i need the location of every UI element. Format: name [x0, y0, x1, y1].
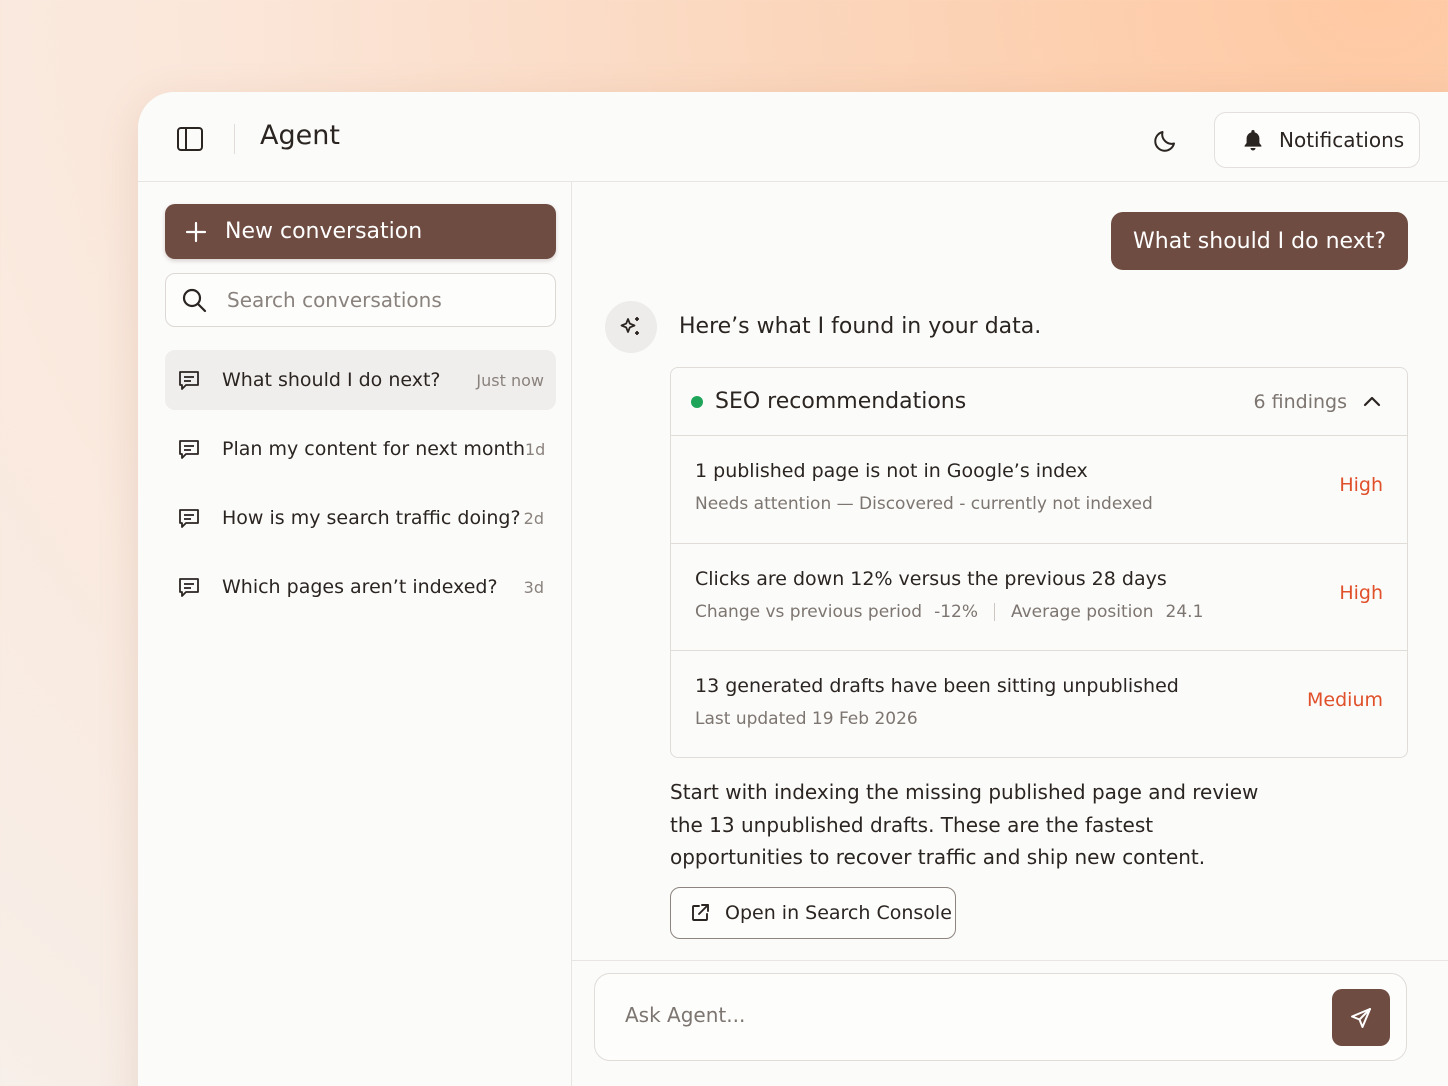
- conversation-title: How is my search traffic doing?: [222, 507, 521, 529]
- finding-subtitle: Last updated 19 Feb 2026: [695, 709, 918, 729]
- sidebar: New conversation What should I do next? …: [138, 182, 572, 1086]
- chat-icon: [179, 440, 199, 459]
- finding-row[interactable]: 13 generated drafts have been sitting un…: [671, 651, 1407, 757]
- chat-icon: [179, 509, 199, 528]
- findings-card-header[interactable]: SEO recommendations 6 findings: [671, 368, 1407, 436]
- search-box: [165, 273, 556, 327]
- moon-icon[interactable]: [1152, 126, 1180, 154]
- chevron-up-icon[interactable]: [1361, 391, 1383, 413]
- notifications-label: Notifications: [1279, 128, 1405, 152]
- findings-count: 6 findings: [1253, 390, 1347, 413]
- metric-label: Average position: [1010, 601, 1154, 622]
- finding-title: 1 published page is not in Google’s inde…: [695, 460, 1088, 482]
- open-search-console-button[interactable]: Open in Search Console: [670, 887, 956, 939]
- chat-icon: [179, 578, 199, 597]
- priority-badge: High: [1339, 581, 1383, 604]
- finding-row[interactable]: Clicks are down 12% versus the previous …: [671, 544, 1407, 651]
- chat-icon: [179, 371, 199, 390]
- search-input[interactable]: [227, 288, 527, 312]
- metric-label: Change vs previous period: [695, 601, 923, 622]
- message-composer: [594, 973, 1407, 1061]
- sidebar-panel-icon[interactable]: [176, 126, 204, 152]
- agent-summary: Start with indexing the missing publishe…: [670, 780, 1259, 869]
- metric-value: 24.1: [1165, 601, 1204, 622]
- search-icon: [182, 288, 207, 313]
- metric-separator: [993, 602, 995, 621]
- send-icon: [1351, 1007, 1371, 1028]
- priority-badge: Medium: [1307, 689, 1383, 711]
- top-bar: Agent Notifications: [138, 92, 1448, 182]
- findings-card: SEO recommendations 6 findings 1 publish…: [670, 367, 1408, 758]
- agent-intro-text: Here’s what I found in your data.: [679, 314, 1042, 339]
- conversation-item[interactable]: Which pages aren’t indexed? 3d: [165, 557, 556, 617]
- composer-divider: [572, 960, 1448, 961]
- conversation-time: 1d: [525, 439, 546, 459]
- new-conversation-label: New conversation: [225, 219, 423, 244]
- conversation-item[interactable]: What should I do next? Just now: [165, 350, 556, 410]
- agent-avatar: [605, 301, 657, 353]
- conversation-item[interactable]: Plan my content for next month 1d: [165, 419, 556, 479]
- conversation-item[interactable]: How is my search traffic doing? 2d: [165, 488, 556, 548]
- send-button[interactable]: [1332, 989, 1390, 1046]
- finding-metrics: Change vs previous period -12% Average p…: [695, 602, 1407, 622]
- conversation-title: Plan my content for next month: [222, 438, 525, 460]
- finding-subtitle: Needs attention — Discovered - currently…: [695, 494, 1153, 514]
- status-dot: [691, 395, 703, 408]
- finding-title: 13 generated drafts have been sitting un…: [695, 675, 1179, 697]
- app-window: Agent Notifications New conversation Sea…: [138, 92, 1448, 1086]
- user-message: What should I do next?: [1111, 212, 1408, 270]
- findings-card-title: SEO recommendations: [715, 389, 967, 414]
- finding-row[interactable]: 1 published page is not in Google’s inde…: [671, 436, 1407, 544]
- plus-icon: [185, 221, 207, 242]
- finding-title: Clicks are down 12% versus the previous …: [695, 567, 1167, 590]
- conversation-time: 3d: [523, 577, 544, 597]
- open-search-console-label: Open in Search Console: [725, 902, 952, 924]
- app-title: Agent: [260, 120, 340, 151]
- conversation-time: 2d: [523, 508, 544, 528]
- sparkle-icon: [620, 317, 639, 335]
- metric-value: -12%: [934, 601, 978, 622]
- external-link-icon: [692, 904, 709, 921]
- conversation-title: Which pages aren’t indexed?: [222, 576, 498, 598]
- conversation-title: What should I do next?: [222, 369, 441, 391]
- notifications-button[interactable]: Notifications: [1214, 112, 1420, 168]
- bell-icon: [1244, 130, 1262, 151]
- chat-panel: What should I do next? Here’s what I fou…: [572, 182, 1448, 1086]
- conversation-time: Just now: [476, 370, 544, 390]
- priority-badge: High: [1339, 474, 1383, 496]
- topbar-divider: [234, 124, 235, 154]
- new-conversation-button[interactable]: New conversation: [165, 204, 556, 259]
- ask-agent-input[interactable]: [625, 1003, 1305, 1027]
